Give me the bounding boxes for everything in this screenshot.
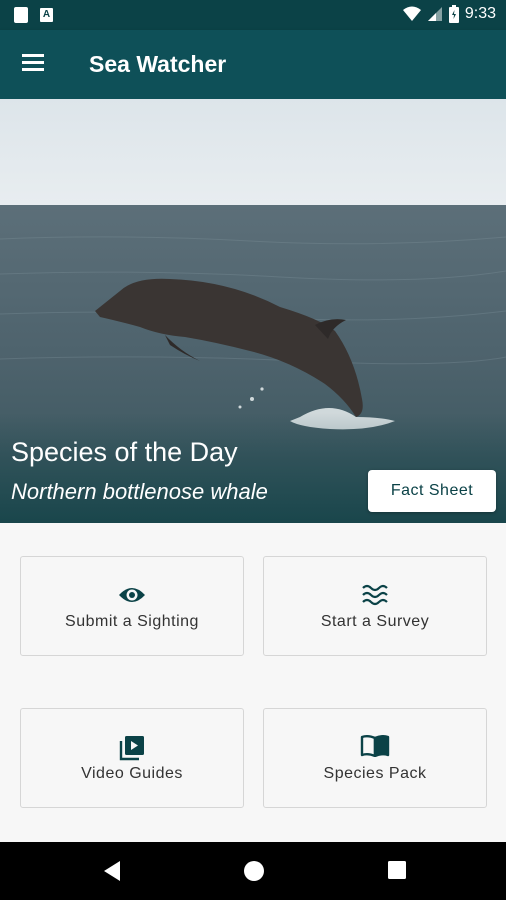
species-pack-label: Species Pack — [323, 765, 427, 782]
video-library-icon — [119, 736, 144, 761]
species-of-the-day-banner: Species of the Day Northern bottlenose w… — [0, 99, 506, 523]
sd-card-icon — [14, 7, 28, 23]
submit-sighting-label: Submit a Sighting — [65, 613, 199, 630]
species-name: Northern bottlenose whale — [11, 479, 268, 504]
back-icon[interactable] — [102, 859, 122, 883]
menu-button[interactable] — [22, 54, 48, 74]
home-icon[interactable] — [242, 859, 266, 883]
video-guides-tile[interactable]: Video Guides — [20, 708, 244, 808]
battery-icon — [448, 5, 459, 23]
species-pack-tile[interactable]: Species Pack — [263, 708, 487, 808]
wifi-icon — [402, 6, 421, 21]
species-of-the-day-heading: Species of the Day — [11, 437, 238, 467]
app-title: Sea Watcher — [89, 51, 227, 77]
video-guides-label: Video Guides — [81, 765, 183, 782]
submit-sighting-tile[interactable]: Submit a Sighting — [20, 556, 244, 656]
status-time: 9:33 — [464, 5, 496, 22]
notification-a-icon: A — [40, 8, 53, 22]
signal-icon — [427, 7, 442, 21]
eye-icon — [119, 588, 145, 602]
navigation-bar — [0, 842, 506, 900]
waves-icon — [362, 584, 388, 606]
status-bar: A 9:33 — [0, 0, 506, 30]
menu-icon — [22, 54, 44, 57]
fact-sheet-button[interactable]: Fact Sheet — [368, 470, 496, 512]
book-icon — [360, 735, 390, 757]
recents-icon[interactable] — [386, 859, 408, 881]
app-bar: Sea Watcher — [0, 30, 506, 99]
start-survey-label: Start a Survey — [320, 613, 430, 630]
start-survey-tile[interactable]: Start a Survey — [263, 556, 487, 656]
